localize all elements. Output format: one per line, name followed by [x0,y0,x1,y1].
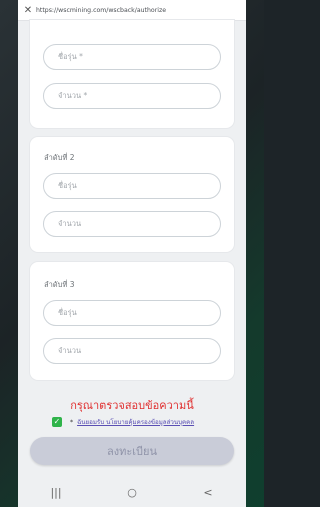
url-text: https://wscmining.com/wscback/authorize [36,6,167,14]
close-icon[interactable]: ✕ [20,5,36,16]
required-mark: * [70,419,74,426]
model-name-field[interactable]: ชื่อรุ่น [43,173,221,199]
privacy-policy-link[interactable]: ฉันยอมรับ นโยบายคุ้มครองข้อมูลส่วนบุคคล [77,419,194,426]
model-name-field[interactable]: ชื่อรุ่น [43,300,221,326]
card-title: ลำดับที่ 2 [44,153,75,162]
quantity-field[interactable]: จำนวน [43,211,221,237]
recents-icon[interactable]: ||| [36,486,76,499]
consent-label: * ฉันยอมรับ นโยบายคุ้มครองข้อมูลส่วนบุคค… [70,417,194,427]
back-icon[interactable]: < [188,486,228,499]
model-name-placeholder: ชื่อรุ่น [58,181,77,190]
browser-bar: ✕ https://wscmining.com/wscback/authoriz… [18,0,246,21]
register-button[interactable]: ลงทะเบียน [30,437,234,465]
quantity-field[interactable]: จำนวน [43,338,221,364]
check-icon: ✓ [53,417,61,426]
home-icon[interactable]: ○ [112,486,152,499]
quantity-placeholder: จำนวน * [58,91,88,100]
item-card-3: ลำดับที่ 3 ชื่อรุ่น จำนวน [30,262,234,380]
item-card-2: ลำดับที่ 2 ชื่อรุ่น จำนวน [30,137,234,252]
model-name-field[interactable]: ชื่อรุ่น * [43,44,221,70]
consent-row: ✓ * ฉันยอมรับ นโยบายคุ้มครองข้อมูลส่วนบุ… [52,417,194,427]
quantity-placeholder: จำนวน [58,219,82,228]
card-title: ลำดับที่ 3 [44,280,75,289]
validation-message: กรุณาตรวจสอบข้อความนี้ [70,399,194,412]
quantity-placeholder: จำนวน [58,346,82,355]
model-name-placeholder: ชื่อรุ่น * [58,52,83,61]
phone-screen: ✕ https://wscmining.com/wscback/authoriz… [18,0,246,507]
model-name-placeholder: ชื่อรุ่น [58,308,77,317]
consent-checkbox[interactable]: ✓ [52,417,62,427]
quantity-field[interactable]: จำนวน * [43,83,221,109]
android-navbar: ||| ○ < [18,478,246,507]
item-card-1: ชื่อรุ่น * จำนวน * [30,20,234,128]
